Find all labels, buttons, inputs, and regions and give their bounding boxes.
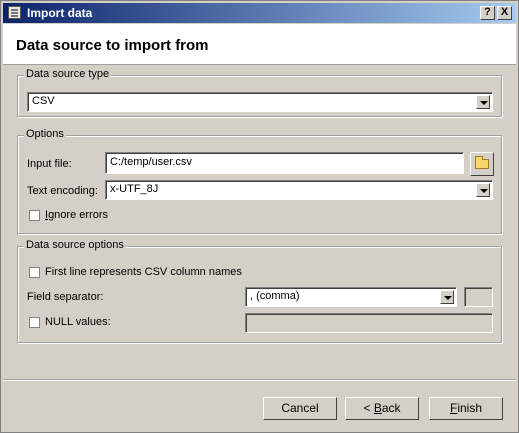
source-type-value: CSV [32, 95, 55, 107]
options-legend: Options [24, 128, 66, 140]
chevron-down-icon[interactable] [476, 95, 490, 109]
input-file-value: C:/temp/user.csv [110, 156, 192, 168]
first-line-label[interactable]: First line represents CSV column names [45, 266, 242, 278]
null-values-checkbox[interactable] [29, 317, 40, 328]
back-button[interactable]: < Back [345, 397, 419, 420]
database-icon [8, 6, 21, 19]
null-values-label[interactable]: NULL values: [45, 316, 111, 328]
header-divider [3, 64, 516, 65]
encoding-value: x-UTF_8J [110, 183, 159, 195]
first-line-checkbox[interactable] [29, 267, 40, 278]
chevron-down-icon[interactable] [476, 183, 490, 197]
back-mnemonic: B [373, 401, 382, 415]
ds-options-legend: Data source options [24, 239, 126, 251]
finish-text: inish [457, 401, 483, 415]
ignore-errors-text: gnore errors [48, 209, 108, 221]
import-data-dialog: Import data ? X Data source to import fr… [0, 0, 519, 433]
field-separator-label: Field separator: [27, 291, 104, 303]
null-values-input[interactable] [245, 313, 493, 333]
window-title: Import data [27, 6, 93, 20]
field-separator-value: , (comma) [250, 290, 300, 302]
source-type-select[interactable]: CSV [27, 92, 493, 112]
help-button[interactable]: ? [480, 6, 495, 20]
encoding-select[interactable]: x-UTF_8J [105, 180, 493, 200]
finish-button[interactable]: Finish [429, 397, 503, 420]
back-prefix: < [363, 401, 374, 415]
title-bar[interactable]: Import data ? X [3, 3, 516, 23]
input-file-field[interactable]: C:/temp/user.csv [105, 152, 464, 174]
input-file-label: Input file: [27, 158, 72, 170]
back-text: ack [381, 401, 401, 415]
page-title: Data source to import from [16, 37, 209, 54]
cancel-button[interactable]: Cancel [263, 397, 337, 420]
footer-divider [3, 379, 516, 380]
ignore-errors-label[interactable]: Ignore errors [45, 209, 108, 221]
header-panel: Data source to import from [3, 24, 516, 64]
browse-button[interactable] [470, 152, 494, 176]
folder-icon [475, 156, 489, 169]
close-button[interactable]: X [497, 6, 512, 20]
source-type-legend: Data source type [24, 68, 112, 80]
custom-separator-input[interactable] [464, 287, 493, 307]
encoding-label: Text encoding: [27, 185, 98, 197]
field-separator-select[interactable]: , (comma) [245, 287, 457, 307]
chevron-down-icon[interactable] [440, 290, 454, 304]
ignore-errors-checkbox[interactable] [29, 210, 40, 221]
